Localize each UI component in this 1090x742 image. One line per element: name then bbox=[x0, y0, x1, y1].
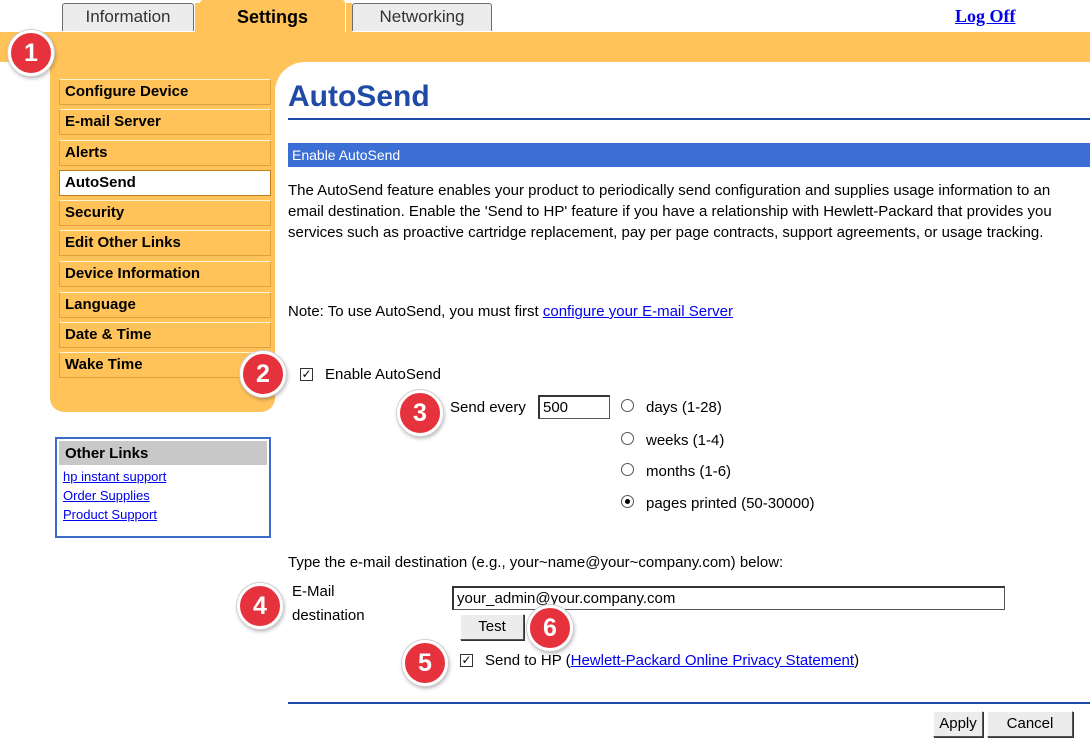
description-text: The AutoSend feature enables your produc… bbox=[288, 182, 1052, 241]
email-label-line1: E-Mail bbox=[292, 583, 335, 600]
email-instruction: Type the e-mail destination (e.g., your~… bbox=[288, 554, 784, 571]
cancel-button[interactable]: Cancel bbox=[987, 711, 1073, 737]
radio-days-label: days (1-28) bbox=[646, 399, 722, 416]
radio-pages-printed[interactable] bbox=[621, 495, 634, 508]
test-button[interactable]: Test bbox=[460, 614, 524, 640]
menu-item-alerts[interactable]: Alerts bbox=[59, 140, 271, 166]
send-every-label: Send every bbox=[450, 399, 526, 416]
tab-settings[interactable]: Settings bbox=[200, 0, 345, 34]
privacy-statement-link[interactable]: Hewlett-Packard Online Privacy Statement bbox=[571, 652, 854, 669]
email-destination-input[interactable] bbox=[452, 586, 1005, 610]
section-header: Enable AutoSend bbox=[288, 143, 1090, 167]
radio-months-label: months (1-6) bbox=[646, 463, 732, 480]
send-to-hp-checkbox[interactable]: ✓ bbox=[460, 654, 473, 667]
radio-weeks[interactable] bbox=[621, 432, 634, 445]
tab-networking[interactable]: Networking bbox=[352, 3, 492, 31]
send-to-hp-text: Send to HP (Hewlett-Packard Online Priva… bbox=[485, 652, 859, 669]
menu-item-configure-device[interactable]: Configure Device bbox=[59, 79, 271, 105]
note-text: Note: To use AutoSend, you must first bbox=[288, 303, 543, 320]
menu-item-device-information[interactable]: Device Information bbox=[59, 261, 271, 287]
send-to-hp-label: Send to HP ( bbox=[485, 652, 571, 669]
other-links-title: Other Links bbox=[59, 441, 267, 465]
callout-6: 6 bbox=[527, 605, 573, 651]
callout-5: 5 bbox=[402, 640, 448, 686]
send-every-input[interactable] bbox=[538, 395, 610, 419]
menu-item-security[interactable]: Security bbox=[59, 200, 271, 226]
menu-item-autosend[interactable]: AutoSend bbox=[59, 170, 271, 196]
radio-weeks-label: weeks (1-4) bbox=[646, 432, 725, 449]
header-band bbox=[0, 32, 1090, 62]
radio-months[interactable] bbox=[621, 463, 634, 476]
callout-3: 3 bbox=[397, 390, 443, 436]
enable-autosend-label: Enable AutoSend bbox=[325, 366, 441, 383]
tab-information[interactable]: Information bbox=[62, 3, 194, 31]
callout-2: 2 bbox=[240, 351, 286, 397]
configure-email-server-link[interactable]: configure your E-mail Server bbox=[543, 303, 733, 320]
tab-bar: Information Settings Networking Log Off bbox=[0, 0, 1090, 34]
radio-days[interactable] bbox=[621, 399, 634, 412]
logoff-link[interactable]: Log Off bbox=[955, 6, 1016, 27]
callout-4: 4 bbox=[237, 583, 283, 629]
menu-item-language[interactable]: Language bbox=[59, 292, 271, 318]
other-links-box: Other Links hp instant support Order Sup… bbox=[55, 437, 271, 538]
link-hp-instant-support[interactable]: hp instant support bbox=[63, 467, 269, 486]
page-title: AutoSend bbox=[288, 80, 430, 113]
enable-autosend-checkbox[interactable]: ✓ bbox=[300, 368, 313, 381]
bottom-divider bbox=[288, 702, 1090, 704]
email-label-line2: destination bbox=[292, 607, 365, 624]
menu-item-edit-other-links[interactable]: Edit Other Links bbox=[59, 230, 271, 256]
link-order-supplies[interactable]: Order Supplies bbox=[63, 486, 269, 505]
radio-pages-printed-label: pages printed (50-30000) bbox=[646, 495, 815, 512]
menu-item-date-time[interactable]: Date & Time bbox=[59, 322, 271, 348]
callout-1: 1 bbox=[8, 30, 54, 76]
email-server-note: Note: To use AutoSend, you must first co… bbox=[288, 303, 733, 320]
title-divider bbox=[288, 118, 1090, 120]
link-product-support[interactable]: Product Support bbox=[63, 505, 269, 524]
menu-item-email-server[interactable]: E-mail Server bbox=[59, 109, 271, 135]
apply-button[interactable]: Apply bbox=[933, 711, 983, 737]
send-to-hp-suffix: ) bbox=[854, 652, 860, 669]
